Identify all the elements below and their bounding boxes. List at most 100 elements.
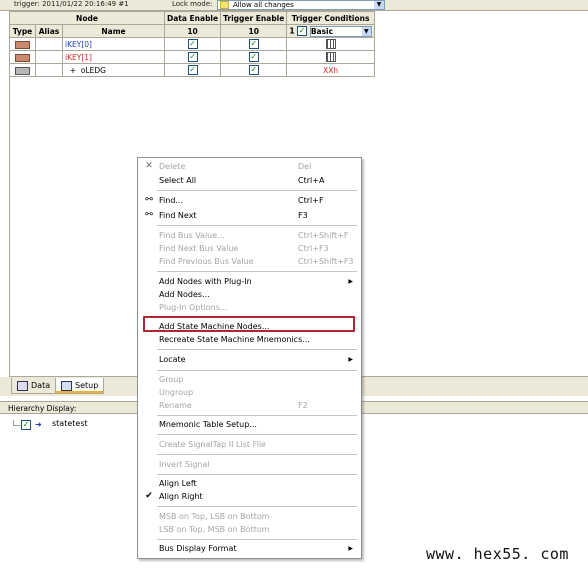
watermark-text: www. hex55. com — [426, 545, 569, 563]
data-enable-checkbox[interactable]: ✓ — [187, 65, 198, 75]
node-table: Node Data Enable Trigger Enable Trigger … — [9, 11, 375, 77]
trigger-condition-cell[interactable] — [286, 50, 375, 64]
trigger-info-label: trigger: 2011/01/22 20:16:49 #1 — [14, 0, 129, 8]
data-enable-checkbox[interactable]: ✓ — [187, 39, 198, 49]
data-enable-header[interactable]: Data Enable — [163, 11, 222, 25]
table-row[interactable]: + oLEDG ✓ ✓ XXh — [9, 63, 375, 77]
node-name[interactable]: iKEY[0] — [62, 37, 165, 51]
menu-item-find-previous-bus-value[interactable]: Find Previous Bus Value Ctrl+Shift+F3 — [138, 255, 361, 268]
submenu-arrow-icon: ▶ — [348, 278, 353, 285]
type-cell — [9, 63, 36, 77]
menu-separator — [157, 271, 357, 272]
trigger-enable-count: 10 — [220, 24, 288, 38]
chevron-down-icon[interactable]: ▼ — [374, 1, 384, 9]
trigger-condition-cell[interactable]: XXh — [286, 63, 375, 77]
trigger-enable-cell: ✓ — [220, 63, 288, 77]
type-cell — [9, 50, 36, 64]
menu-item-find[interactable]: ⚯ Find... Ctrl+F — [138, 194, 361, 207]
expand-plus-icon[interactable]: + — [70, 66, 76, 75]
tab-setup[interactable]: Setup — [55, 378, 105, 394]
menu-item-add-nodes[interactable]: Add Nodes... — [138, 288, 361, 301]
menu-item-bus-display-format[interactable]: Bus Display Format ▶ — [138, 542, 361, 555]
trigger-conditions-header[interactable]: Trigger Conditions — [286, 11, 375, 25]
menu-item-find-next-bus-value[interactable]: Find Next Bus Value Ctrl+F3 — [138, 242, 361, 255]
menu-item-lsb-on-top[interactable]: LSB on Top, MSB on Bottom — [138, 523, 361, 536]
node-name[interactable]: iKEY[1] — [62, 50, 165, 64]
trigger-enable-checkbox[interactable]: ✓ — [248, 65, 259, 75]
hierarchy-checkbox[interactable]: ✓ — [21, 420, 31, 430]
dont-care-grid-icon — [325, 39, 336, 49]
menu-item-align-left[interactable]: Align Left — [138, 477, 361, 490]
trigger-conditions-dropdown[interactable]: Basic ▼ — [309, 25, 372, 37]
lock-swatch-icon — [220, 1, 229, 9]
trigger-enable-checkbox[interactable]: ✓ — [248, 39, 259, 49]
tree-connector — [13, 425, 20, 426]
alias-cell — [35, 50, 63, 64]
menu-item-group[interactable]: Group — [138, 373, 361, 386]
menu-separator — [157, 349, 357, 350]
trigger-conditions-checkbox[interactable]: ✓ — [297, 26, 308, 36]
delete-x-icon: ✕ — [145, 161, 153, 171]
table-row[interactable]: iKEY[0] ✓ ✓ — [9, 37, 375, 51]
lock-mode-dropdown[interactable]: Allow all changes ▼ — [217, 0, 385, 10]
menu-item-mnemonic-table-setup[interactable]: Mnemonic Table Setup... — [138, 418, 361, 431]
binoculars-icon: ⚯ — [145, 195, 153, 205]
checkmark-icon: ✔ — [145, 491, 153, 501]
menu-separator — [157, 225, 357, 226]
lock-mode-value: Allow all changes — [233, 1, 294, 9]
menu-item-locate[interactable]: Locate ▶ — [138, 353, 361, 366]
menu-item-create-list-file[interactable]: Create SignalTap II List File — [138, 438, 361, 451]
alias-cell — [35, 37, 63, 51]
node-group-header: Node — [9, 11, 165, 25]
menu-item-rename[interactable]: Rename F2 — [138, 399, 361, 412]
menu-item-recreate-state-machine-mnemonics[interactable]: Recreate State Machine Mnemonics... — [138, 333, 361, 346]
menu-separator — [157, 370, 357, 371]
tab-data-label: Data — [31, 381, 51, 390]
menu-item-align-right[interactable]: ✔ Align Right — [138, 490, 361, 503]
data-enable-count: 10 — [163, 24, 222, 38]
menu-item-find-bus-value[interactable]: Find Bus Value... Ctrl+Shift+F — [138, 229, 361, 242]
menu-item-invert-signal[interactable]: Invert Signal — [138, 458, 361, 471]
menu-separator — [157, 415, 357, 416]
type-cell — [9, 37, 36, 51]
menu-separator — [157, 454, 357, 455]
trigger-enable-header[interactable]: Trigger Enable — [220, 11, 288, 25]
data-tab-icon — [17, 380, 28, 391]
bus-icon — [15, 66, 30, 75]
trigger-enable-cell: ✓ — [220, 37, 288, 51]
node-name: oLEDG — [80, 65, 106, 75]
menu-item-msb-on-top[interactable]: MSB on Top, LSB on Bottom — [138, 510, 361, 523]
menu-item-ungroup[interactable]: Ungroup — [138, 386, 361, 399]
menu-item-find-next[interactable]: ⚯ Find Next F3 — [138, 209, 361, 222]
tab-data[interactable]: Data — [11, 378, 57, 394]
dont-care-grid-icon — [325, 52, 336, 62]
trigger-conditions-number: 1 — [289, 26, 295, 35]
table-row[interactable]: iKEY[1] ✓ ✓ — [9, 50, 375, 64]
menu-item-select-all[interactable]: Select All Ctrl+A — [138, 174, 361, 187]
submenu-arrow-icon: ▶ — [348, 545, 353, 552]
canvas-border-left — [9, 11, 10, 376]
submenu-arrow-icon: ▶ — [348, 356, 353, 363]
tab-setup-label: Setup — [75, 381, 99, 390]
data-enable-cell: ✓ — [163, 63, 222, 77]
hierarchy-item-label[interactable]: statetest — [52, 419, 88, 428]
data-enable-checkbox[interactable]: ✓ — [187, 52, 198, 62]
menu-separator — [157, 474, 357, 475]
data-enable-cell: ✓ — [163, 50, 222, 64]
input-pin-icon — [15, 40, 30, 49]
menu-separator — [157, 539, 357, 540]
name-column-header[interactable]: Name — [62, 24, 165, 38]
menu-item-plugin-options[interactable]: Plug-In Options... — [138, 301, 361, 314]
alias-column-header[interactable]: Alias — [35, 24, 63, 38]
chevron-down-icon[interactable]: ▼ — [361, 26, 371, 36]
trigger-enable-checkbox[interactable]: ✓ — [248, 52, 259, 62]
menu-item-add-nodes-plugin[interactable]: Add Nodes with Plug-In ▶ — [138, 275, 361, 288]
find-next-icon: ⚯ — [145, 210, 153, 220]
trigger-condition-cell[interactable] — [286, 37, 375, 51]
input-pin-icon — [15, 53, 30, 62]
menu-item-delete[interactable]: ✕ Delete Del — [138, 160, 361, 173]
trigger-conditions-cell: 1 ✓ Basic ▼ — [286, 24, 375, 38]
node-name-cell[interactable]: + oLEDG — [62, 63, 165, 77]
type-column-header[interactable]: Type — [9, 24, 36, 38]
entity-arrow-icon: ➜ — [35, 420, 42, 429]
